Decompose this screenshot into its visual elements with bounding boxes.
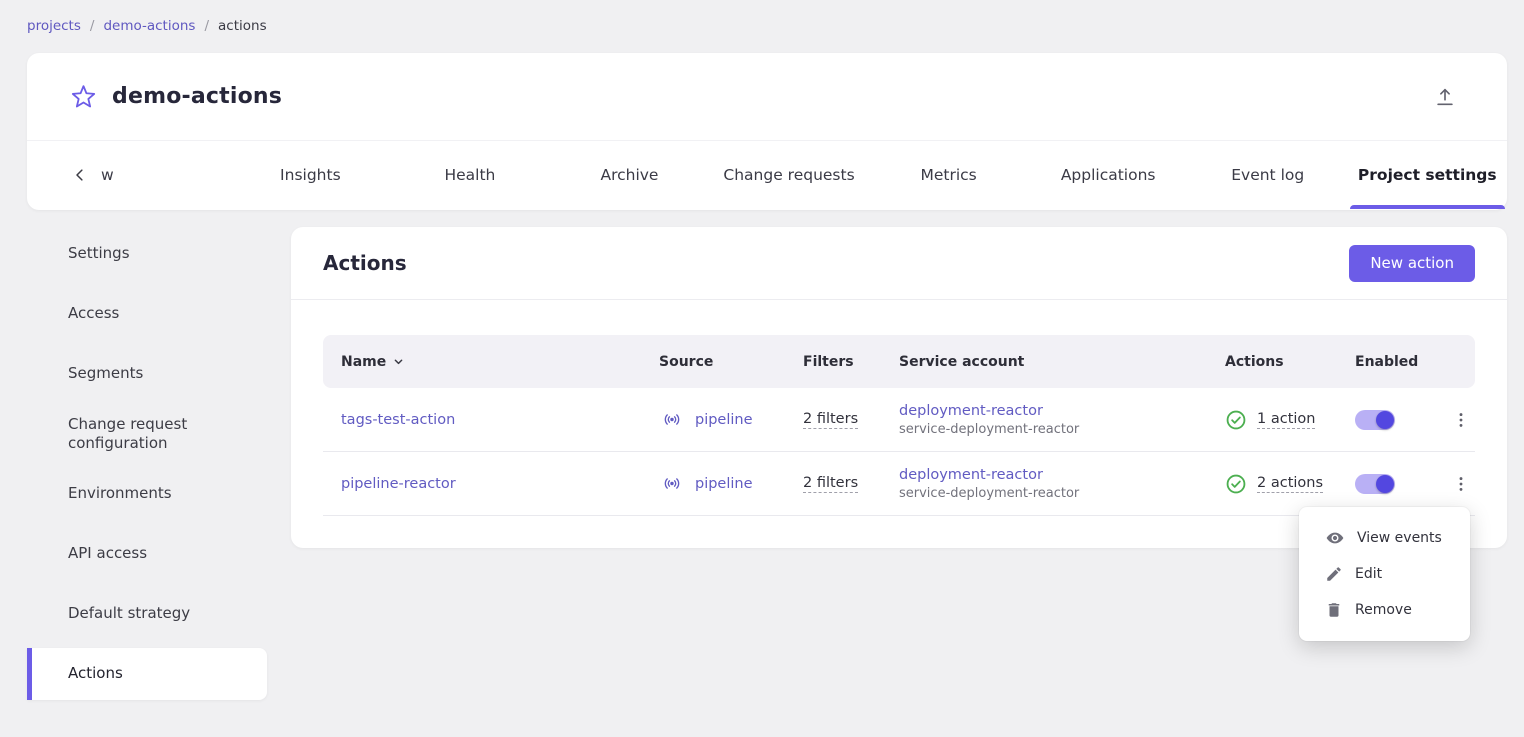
service-account-link[interactable]: deployment-reactor [899, 467, 1043, 483]
breadcrumb: projects / demo-actions / actions [27, 18, 267, 34]
breadcrumb-projects[interactable]: projects [27, 18, 81, 34]
star-icon [70, 83, 97, 110]
kebab-icon [1451, 410, 1471, 430]
service-account-token: service-deployment-reactor [899, 486, 1079, 501]
service-account-token: service-deployment-reactor [899, 422, 1079, 437]
tab-applications[interactable]: Applications [1028, 141, 1188, 209]
menu-item-edit[interactable]: Edit [1299, 556, 1470, 592]
column-header-name[interactable]: Name [323, 354, 641, 370]
actions-count[interactable]: 2 actions [1257, 475, 1323, 493]
check-circle-icon [1225, 473, 1247, 495]
actions-panel-header: Actions New action [291, 227, 1507, 300]
column-header-service-account[interactable]: Service account [881, 354, 1207, 370]
toggle-thumb [1376, 475, 1394, 493]
actions-panel: Actions New action Name Source Filters S… [291, 227, 1507, 548]
sidebar-item-api-access[interactable]: API access [27, 528, 267, 580]
row-context-menu: View events Edit Remove [1299, 507, 1470, 641]
tab-health[interactable]: Health [390, 141, 550, 209]
breadcrumb-current: actions [218, 18, 267, 34]
settings-sidebar: Settings Access Segments Change request … [27, 228, 267, 708]
signal-icon [659, 474, 685, 493]
check-circle-icon [1225, 409, 1247, 431]
sidebar-item-environments[interactable]: Environments [27, 468, 267, 520]
menu-item-view-events[interactable]: View events [1299, 520, 1470, 556]
table-row: tags-test-action pipeline 2 filters depl… [323, 388, 1475, 452]
sidebar-item-default-strategy[interactable]: Default strategy [27, 588, 267, 640]
service-account-link[interactable]: deployment-reactor [899, 403, 1043, 419]
breadcrumb-separator: / [204, 18, 209, 34]
upload-icon [1434, 86, 1456, 108]
chevron-left-icon [71, 166, 89, 184]
actions-table: Name Source Filters Service account Acti… [323, 335, 1475, 516]
menu-item-remove[interactable]: Remove [1299, 592, 1470, 628]
toggle-thumb [1376, 411, 1394, 429]
kebab-icon [1451, 474, 1471, 494]
source-link[interactable]: pipeline [695, 476, 753, 492]
action-name-link[interactable]: pipeline-reactor [341, 476, 456, 492]
tab-project-settings[interactable]: Project settings [1348, 141, 1508, 209]
table-header-row: Name Source Filters Service account Acti… [323, 335, 1475, 388]
tab-overflow-label[interactable]: w [101, 166, 114, 184]
project-header-card: demo-actions w Insights Health Archive C… [27, 53, 1507, 210]
tab-archive[interactable]: Archive [550, 141, 710, 209]
sidebar-item-settings[interactable]: Settings [27, 228, 267, 280]
filters-count[interactable]: 2 filters [803, 411, 858, 429]
page: projects / demo-actions / actions demo-a… [0, 0, 1524, 737]
action-name-link[interactable]: tags-test-action [341, 412, 455, 428]
sidebar-item-change-request-configuration[interactable]: Change request configuration [27, 408, 267, 460]
menu-item-label: Remove [1355, 602, 1412, 618]
sidebar-item-segments[interactable]: Segments [27, 348, 267, 400]
project-header-row: demo-actions [27, 53, 1507, 141]
column-header-filters[interactable]: Filters [785, 354, 881, 370]
project-tabs: w Insights Health Archive Change request… [27, 141, 1507, 209]
pencil-icon [1325, 565, 1343, 583]
new-action-button[interactable]: New action [1349, 245, 1475, 282]
menu-item-label: Edit [1355, 566, 1382, 582]
tab-scroll-left[interactable]: w [27, 141, 231, 209]
sidebar-item-actions[interactable]: Actions [27, 648, 267, 700]
enabled-toggle[interactable] [1355, 410, 1395, 430]
tab-insights[interactable]: Insights [231, 141, 391, 209]
tab-change-requests[interactable]: Change requests [709, 141, 869, 209]
caret-down-icon [391, 354, 406, 369]
signal-icon [659, 410, 685, 429]
breadcrumb-separator: / [90, 18, 95, 34]
column-header-enabled[interactable]: Enabled [1337, 354, 1431, 370]
row-menu-button[interactable] [1449, 472, 1473, 496]
actions-panel-title: Actions [323, 251, 407, 275]
page-title: demo-actions [112, 84, 282, 109]
trash-icon [1325, 601, 1343, 619]
tab-metrics[interactable]: Metrics [869, 141, 1029, 209]
column-header-source[interactable]: Source [641, 354, 785, 370]
source-link[interactable]: pipeline [695, 412, 753, 428]
tab-event-log[interactable]: Event log [1188, 141, 1348, 209]
breadcrumb-project[interactable]: demo-actions [103, 18, 195, 34]
export-button[interactable] [1430, 82, 1460, 112]
enabled-toggle[interactable] [1355, 474, 1395, 494]
eye-icon [1325, 528, 1345, 548]
row-menu-button[interactable] [1449, 408, 1473, 432]
favorite-button[interactable] [70, 83, 97, 110]
table-row: pipeline-reactor pipeline 2 filters depl… [323, 452, 1475, 516]
filters-count[interactable]: 2 filters [803, 475, 858, 493]
menu-item-label: View events [1357, 530, 1442, 546]
column-header-actions[interactable]: Actions [1207, 354, 1337, 370]
column-header-name-label: Name [341, 354, 386, 370]
sidebar-item-access[interactable]: Access [27, 288, 267, 340]
actions-count[interactable]: 1 action [1257, 411, 1315, 429]
